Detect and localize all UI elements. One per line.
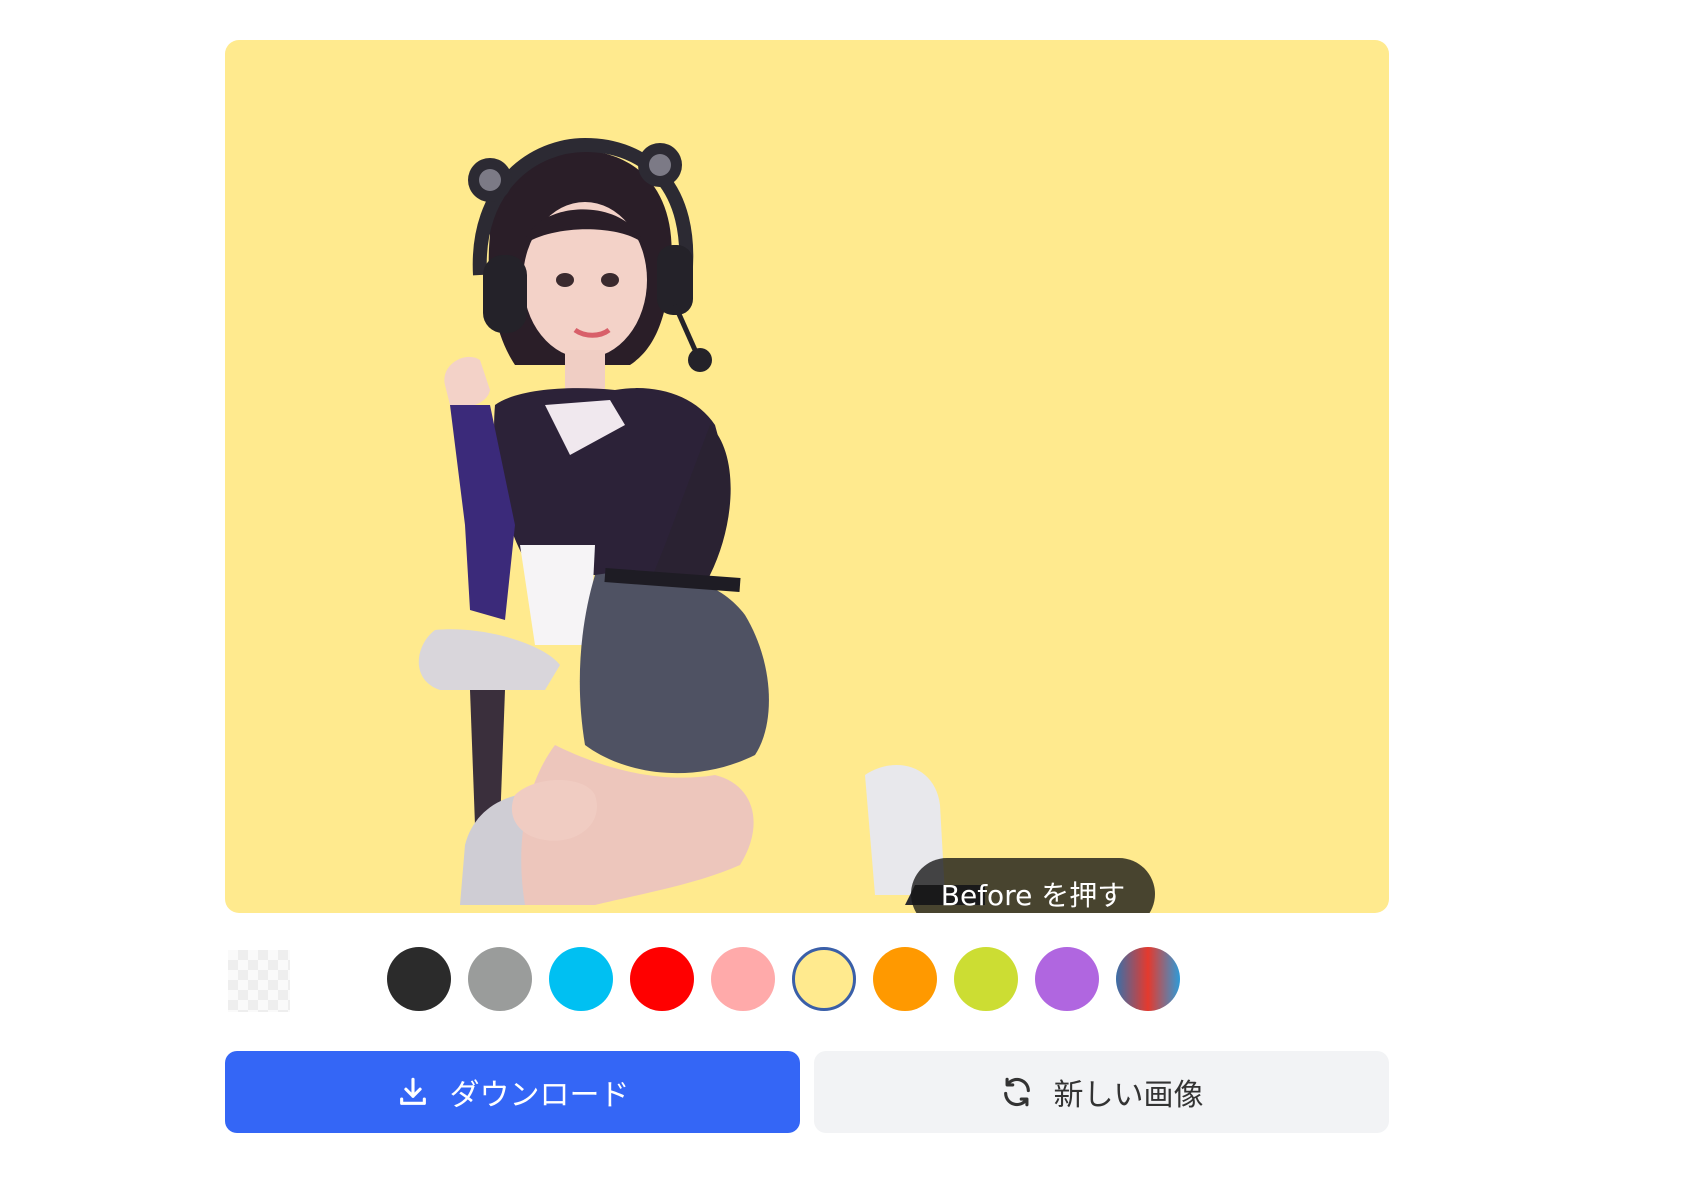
background-editor: Before を押す ダウンロード 新しい画像 <box>0 0 1702 1181</box>
background-color-picker <box>225 945 1389 1015</box>
swatch-transparent[interactable] <box>228 950 290 1012</box>
image-preview: Before を押す <box>225 40 1389 913</box>
refresh-icon <box>1000 1075 1034 1109</box>
swatch-black[interactable] <box>387 947 451 1011</box>
new-image-button[interactable]: 新しい画像 <box>814 1051 1389 1133</box>
swatch-gray[interactable] <box>468 947 532 1011</box>
download-button[interactable]: ダウンロード <box>225 1051 800 1133</box>
subject-image <box>395 105 995 905</box>
swatch-purple[interactable] <box>1035 947 1099 1011</box>
swatch-orange[interactable] <box>873 947 937 1011</box>
download-label: ダウンロード <box>449 1078 630 1113</box>
before-toggle-button[interactable]: Before を押す <box>911 858 1155 913</box>
swatch-gradient[interactable] <box>1116 947 1180 1011</box>
download-icon <box>396 1075 430 1109</box>
swatch-yellow[interactable] <box>792 947 856 1011</box>
swatch-pink[interactable] <box>711 947 775 1011</box>
swatch-red[interactable] <box>630 947 694 1011</box>
swatch-lime[interactable] <box>954 947 1018 1011</box>
swatch-cyan[interactable] <box>549 947 613 1011</box>
new-image-label: 新しい画像 <box>1053 1078 1204 1113</box>
